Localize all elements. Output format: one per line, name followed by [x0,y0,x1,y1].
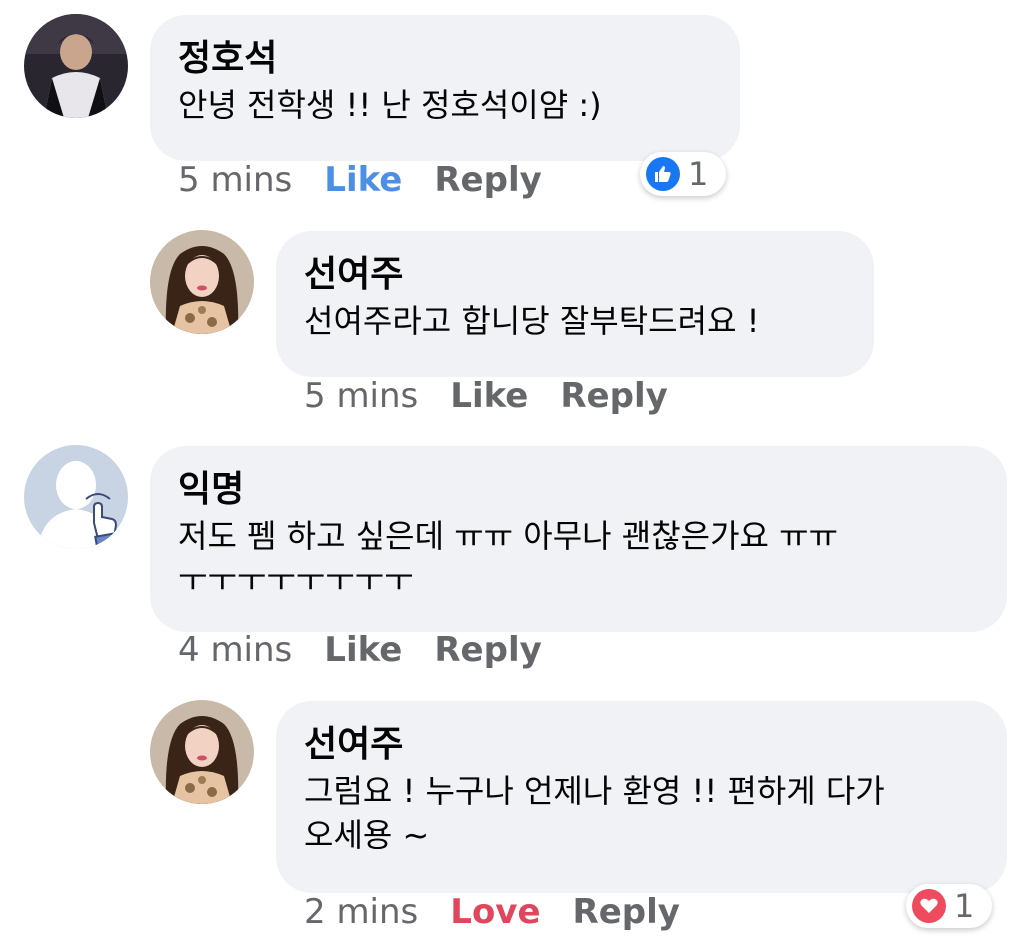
comment-bubble: 익명 저도 펨 하고 싶은데 ㅠㅠ 아무나 괜찮은가요 ㅠㅠ ㅜㅜㅜㅜㅜㅜㅜㅜ [150,446,1007,632]
comment-author[interactable]: 선여주 [304,721,979,769]
comment-actions: 4 mins Like Reply [178,628,574,672]
comment-author[interactable]: 선여주 [304,251,846,299]
comment-text: 저도 펨 하고 싶은데 ㅠㅠ 아무나 괜찮은가요 ㅠㅠ ㅜㅜㅜㅜㅜㅜㅜㅜ [178,517,839,599]
comment-time[interactable]: 5 mins [304,376,418,416]
comment-time[interactable]: 5 mins [178,160,292,200]
like-button[interactable]: Like [324,160,402,200]
default-profile-icon [24,445,128,549]
comment-text: 선여주라고 합니당 잘부탁드려요 ! [304,302,760,340]
avatar-seon-yeoju[interactable] [150,230,254,334]
reply-button[interactable]: Reply [434,160,541,200]
like-button[interactable]: Like [324,630,402,670]
reaction-count: 1 [688,155,709,193]
avatar-seon-yeoju[interactable] [150,700,254,804]
reaction-summary[interactable]: 1 [906,884,992,928]
reply-button[interactable]: Reply [560,376,667,416]
comment-time[interactable]: 4 mins [178,630,292,670]
comment-actions: 2 mins Love Reply [304,890,712,934]
comment-time[interactable]: 2 mins [304,892,418,932]
comment-author[interactable]: 익명 [178,466,979,514]
comment-bubble: 선여주 선여주라고 합니당 잘부탁드려요 ! [276,231,874,377]
comment-bubble: 선여주 그럼요 ! 누구나 언제나 환영 !! 편하게 다가 오세용 ~ [276,701,1007,893]
comment-actions: 5 mins Like Reply [178,158,574,202]
reaction-summary[interactable]: 1 [640,152,726,196]
comment-text: 안녕 전학생 !! 난 정호석이얌 :) [178,86,602,124]
comment-author[interactable]: 정호석 [178,35,712,83]
heart-icon [912,889,946,923]
avatar-anonymous[interactable] [24,445,128,549]
avatar-photo [150,230,254,334]
like-icon [646,157,680,191]
love-button[interactable]: Love [450,892,540,932]
reply-button[interactable]: Reply [434,630,541,670]
reply-button[interactable]: Reply [573,892,680,932]
reaction-count: 1 [954,887,975,925]
comment-actions: 5 mins Like Reply [304,374,700,418]
avatar-photo [24,14,128,118]
like-button[interactable]: Like [450,376,528,416]
comment-text: 그럼요 ! 누구나 언제나 환영 !! 편하게 다가 오세용 ~ [304,772,885,854]
comment-bubble: 정호석 안녕 전학생 !! 난 정호석이얌 :) [150,15,740,161]
avatar-photo [150,700,254,804]
avatar-jung-hoseok[interactable] [24,14,128,118]
